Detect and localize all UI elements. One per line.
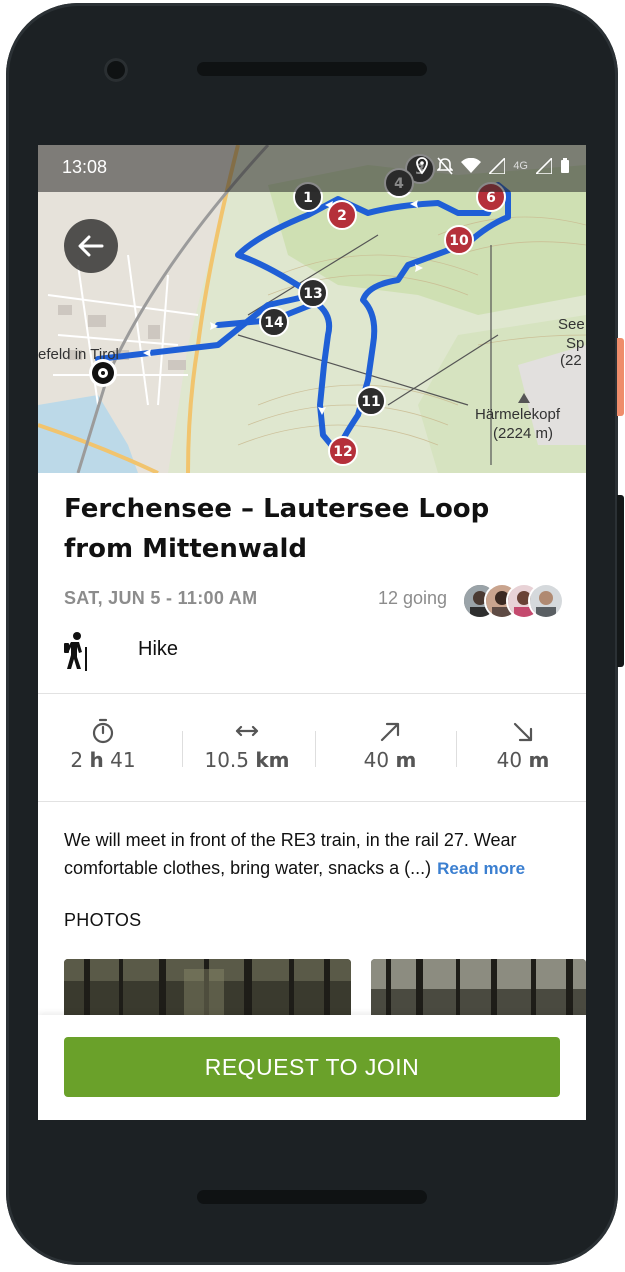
stat-separator	[315, 731, 316, 767]
waypoint-label: 1	[303, 190, 313, 206]
waypoint-marker-2[interactable]: 2	[327, 200, 357, 230]
waypoint-label: 13	[303, 286, 322, 302]
waypoint-label: 11	[361, 394, 380, 410]
stat-distance: 10.5 km	[187, 718, 307, 772]
network-type: 4G	[513, 160, 528, 172]
signal-icon	[489, 158, 506, 174]
waypoint-marker-12[interactable]: 12	[328, 436, 358, 466]
divider	[38, 801, 586, 802]
waypoint-label: 14	[264, 315, 284, 331]
wifi-icon	[461, 158, 482, 173]
waypoint-marker-11[interactable]: 11	[356, 386, 386, 416]
event-description: We will meet in front of the RE3 train, …	[64, 830, 526, 878]
map-canvas[interactable]: efeld in Tirol Härmelekopf (2224 m) See …	[38, 145, 586, 475]
back-button[interactable]	[64, 219, 118, 273]
divider	[38, 693, 586, 694]
arrow-down-right-icon	[513, 722, 533, 742]
read-more-link[interactable]: Read more	[437, 859, 525, 878]
waypoint-label: 10	[449, 233, 469, 249]
going-count[interactable]: 12 going	[378, 588, 447, 609]
bottom-action-bar: REQUEST TO JOIN	[38, 1015, 586, 1120]
stat-value: 40 m	[363, 748, 417, 772]
stat-ascent: 40 m	[330, 718, 450, 772]
signal-icon	[536, 158, 552, 174]
stat-separator	[456, 731, 457, 767]
status-bar: 13:08 4G	[38, 145, 586, 192]
route-map[interactable]: efeld in Tirol Härmelekopf (2224 m) See …	[38, 145, 586, 475]
waypoint-marker-13[interactable]: 13	[298, 278, 328, 308]
app-screen: efeld in Tirol Härmelekopf (2224 m) See …	[38, 145, 586, 1120]
map-peak-name: Härmelekopf	[475, 406, 561, 423]
stat-value: 40 m	[496, 748, 550, 772]
event-title: Ferchensee – Lautersee Loop from Mittenw…	[64, 494, 490, 564]
map-town-label: efeld in Tirol	[38, 346, 119, 363]
waypoint-marker-10[interactable]: 10	[444, 225, 474, 255]
arrow-up-right-icon	[380, 722, 400, 742]
mute-bell-icon	[437, 157, 454, 175]
map-peak-elevation: (2224 m)	[493, 425, 553, 442]
waypoint-marker-14[interactable]: 14	[259, 307, 289, 337]
volume-button	[617, 495, 624, 667]
photo-thumbnail[interactable]	[64, 959, 351, 1019]
photo-thumbnail[interactable]	[371, 959, 586, 1019]
stat-duration: 2 h 41	[43, 718, 163, 772]
arrow-left-icon	[78, 235, 104, 257]
photos-heading: PHOTOS	[64, 910, 142, 930]
stopwatch-icon	[92, 718, 114, 744]
waypoint-label: 12	[333, 444, 352, 460]
waypoint-label: 6	[486, 190, 496, 206]
battery-icon	[561, 158, 569, 173]
earpiece-speaker	[197, 62, 427, 76]
map-edge-label: (22	[560, 352, 582, 369]
stat-descent: 40 m	[463, 718, 583, 772]
status-icons: 4G	[415, 157, 570, 175]
activity-type: Hike	[138, 638, 179, 660]
map-edge-label: See	[558, 316, 585, 333]
distance-arrows-icon	[235, 725, 259, 737]
stat-separator	[182, 731, 183, 767]
bottom-speaker	[197, 1190, 427, 1204]
hiker-icon	[64, 632, 87, 671]
status-time: 13:08	[62, 157, 108, 177]
map-edge-label: Sp	[566, 335, 584, 352]
event-date: SAT, JUN 5 - 11:00 AM	[64, 588, 258, 608]
location-icon	[416, 157, 429, 175]
attendee-avatars[interactable]	[462, 583, 564, 619]
stat-value: 2 h 41	[70, 748, 136, 772]
avatar	[528, 583, 564, 619]
stat-value: 10.5 km	[204, 748, 290, 772]
request-to-join-button[interactable]: REQUEST TO JOIN	[64, 1037, 560, 1097]
front-camera	[104, 58, 128, 82]
power-button	[617, 338, 624, 416]
waypoint-label: 2	[337, 208, 347, 224]
start-marker-icon	[89, 359, 117, 387]
